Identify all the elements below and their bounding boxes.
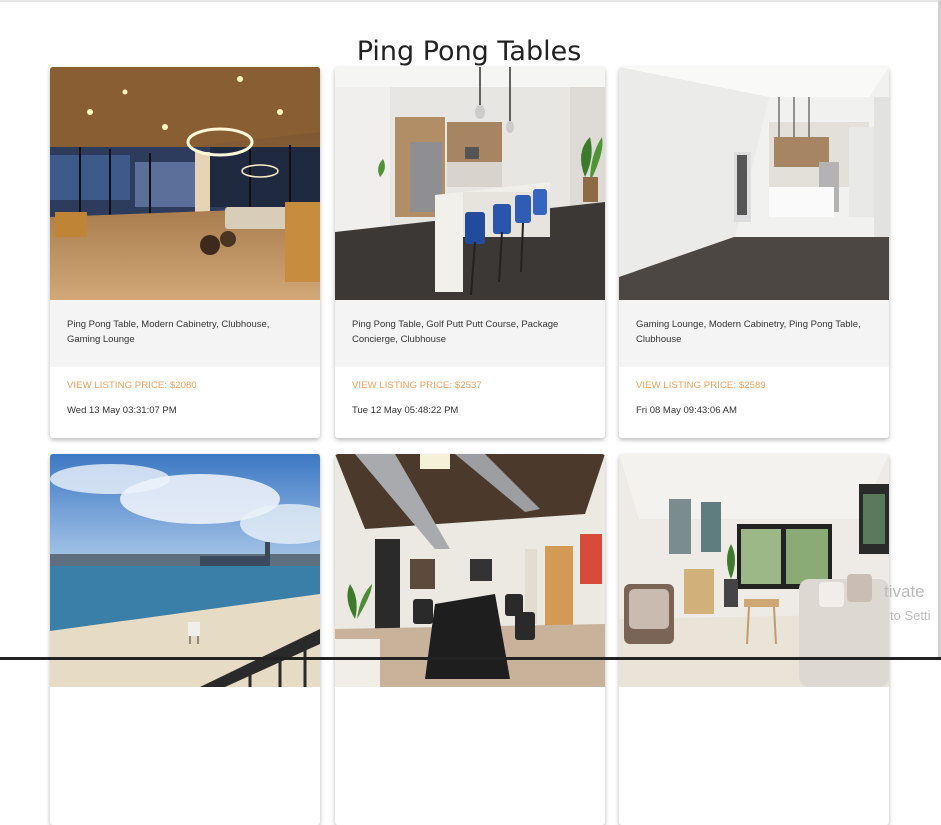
- kitchen-photo[interactable]: [335, 67, 605, 300]
- view-listing-price-link[interactable]: VIEW LISTING PRICE: $2080: [67, 380, 197, 391]
- listing-card[interactable]: [619, 454, 889, 825]
- conference-room-photo[interactable]: [335, 454, 605, 687]
- empty-apartment-photo[interactable]: [619, 67, 889, 300]
- view-listing-price-link[interactable]: VIEW LISTING PRICE: $2589: [636, 380, 766, 391]
- activate-windows-watermark: tivate: [884, 582, 925, 601]
- go-to-settings-watermark: to Setti: [890, 608, 931, 623]
- living-room-photo[interactable]: [619, 454, 889, 687]
- listing-card[interactable]: [50, 454, 320, 825]
- amenity-tags: Gaming Lounge, Modern Cabinetry, Ping Po…: [619, 300, 889, 367]
- listing-card[interactable]: Gaming Lounge, Modern Cabinetry, Ping Po…: [619, 67, 889, 438]
- beach-balcony-photo[interactable]: [50, 454, 320, 687]
- listing-date: Tue 12 May 05:48:22 PM: [352, 405, 459, 416]
- listing-date: Wed 13 May 03:31:07 PM: [67, 405, 177, 416]
- page-title: Ping Pong Tables: [356, 36, 582, 68]
- listing-card[interactable]: [335, 454, 605, 825]
- listing-card[interactable]: Ping Pong Table, Modern Cabinetry, Clubh…: [50, 67, 320, 438]
- amenity-tags: Ping Pong Table, Modern Cabinetry, Clubh…: [50, 300, 320, 367]
- listing-card[interactable]: Ping Pong Table, Golf Putt Putt Course, …: [335, 67, 605, 438]
- top-divider: [0, 0, 941, 2]
- amenity-tags: Ping Pong Table, Golf Putt Putt Course, …: [335, 300, 605, 367]
- view-listing-price-link[interactable]: VIEW LISTING PRICE: $2537: [352, 380, 482, 391]
- listing-date: Fri 08 May 09:43:06 AM: [636, 405, 737, 416]
- clubhouse-lounge-photo[interactable]: [50, 67, 320, 300]
